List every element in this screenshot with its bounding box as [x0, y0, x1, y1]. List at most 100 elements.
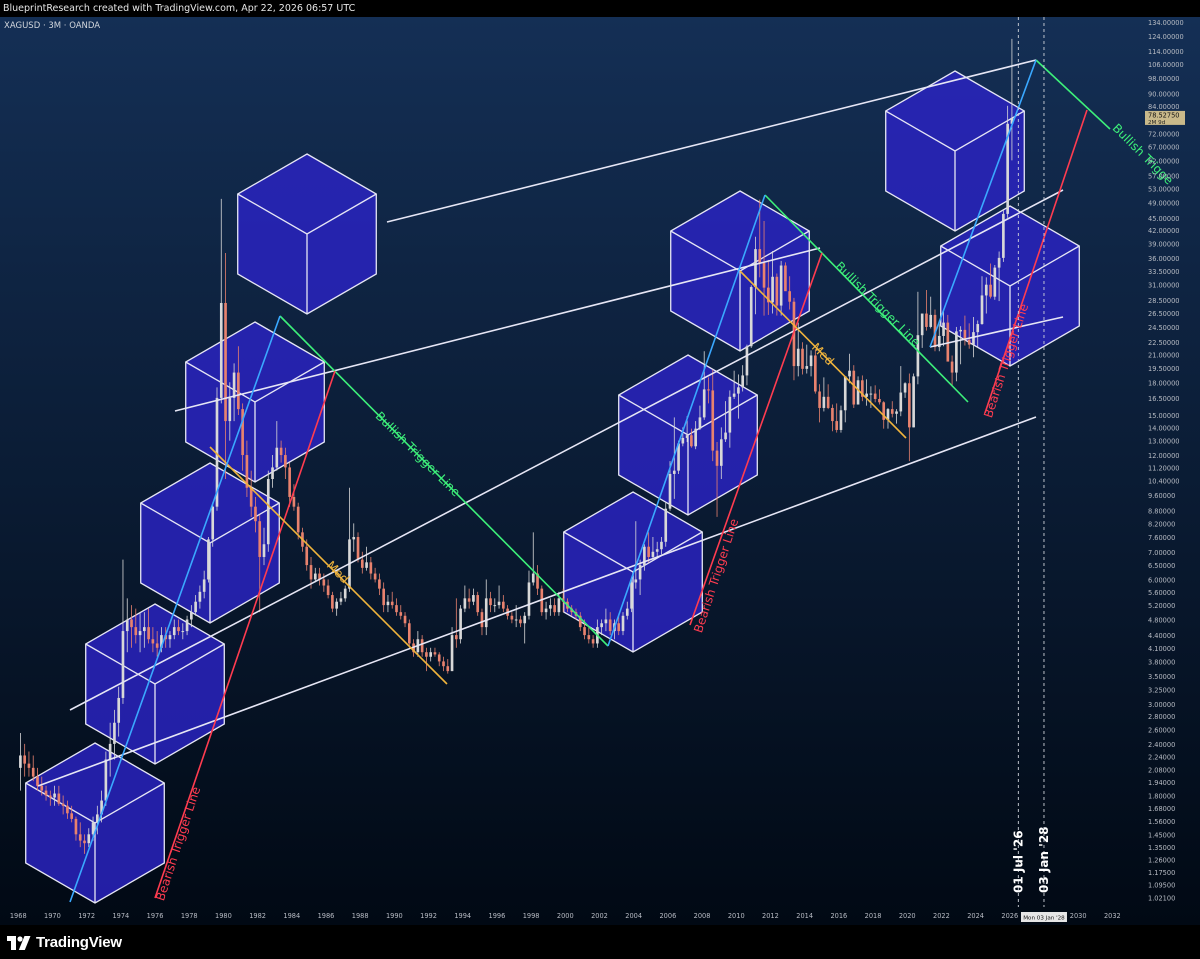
candle-body-208	[908, 383, 911, 428]
candle-body-211	[920, 313, 924, 336]
time-tick-21: 2010	[728, 912, 745, 920]
candle-body-185	[809, 355, 813, 367]
footer-bar: TradingView	[0, 925, 1200, 959]
candle-body-69	[313, 573, 317, 580]
price-tick-56: 1.80000	[1148, 793, 1175, 801]
candle-body-134	[591, 639, 595, 644]
candle-body-104	[463, 598, 467, 609]
candle-body-159	[698, 417, 702, 429]
candle-body-140	[617, 623, 621, 632]
candle-body-118	[523, 615, 527, 624]
candle-body-57	[262, 544, 266, 557]
price-tick-49: 3.00000	[1148, 701, 1175, 709]
candle-body-220	[959, 329, 962, 332]
time-tick-19: 2006	[659, 912, 676, 920]
candle-body-160	[702, 389, 706, 418]
price-tick-25: 19.50000	[1148, 365, 1179, 373]
candle-body-113	[502, 601, 505, 609]
candle-body-143	[630, 582, 633, 609]
candle-body-173	[758, 249, 762, 263]
price-tick-48: 3.25000	[1148, 686, 1175, 694]
price-tick-53: 2.24000	[1148, 753, 1175, 761]
date-marker-label-0: 01 Jul '26	[1011, 830, 1025, 893]
price-tick-22: 24.50000	[1148, 324, 1179, 332]
candle-body-35	[168, 635, 172, 640]
candle-body-73	[331, 595, 334, 609]
price-tick-31: 12.00000	[1148, 452, 1179, 460]
time-tick-20: 2008	[694, 912, 711, 920]
price-tick-9: 67.00000	[1148, 143, 1179, 151]
last-price-value: 78.52750	[1148, 111, 1179, 119]
time-tick-1: 1970	[44, 912, 61, 920]
price-chart[interactable]: Bullish Trigger LineBullish Trigger Line…	[0, 17, 1200, 925]
time-tick-27: 2022	[933, 912, 950, 920]
price-tick-20: 28.50000	[1148, 297, 1179, 305]
time-tick-26: 2020	[899, 912, 916, 920]
price-tick-18: 33.50000	[1148, 268, 1179, 276]
candle-body-63	[288, 467, 291, 497]
price-tick-41: 5.60000	[1148, 589, 1175, 597]
candle-body-156	[685, 435, 689, 438]
candle-body-145	[638, 565, 642, 580]
candle-body-60	[275, 447, 279, 468]
time-tick-28: 2024	[967, 912, 984, 920]
candle-body-103	[459, 608, 462, 640]
candle-body-100	[446, 666, 450, 672]
time-tick-24: 2016	[830, 912, 847, 920]
tradingview-logo[interactable]: TradingView	[7, 934, 122, 951]
candle-body-194	[848, 370, 851, 377]
credit-line: BlueprintResearch created with TradingVi…	[0, 0, 1200, 17]
candle-body-137	[604, 619, 608, 624]
candle-body-196	[856, 380, 860, 405]
price-tick-42: 5.20000	[1148, 602, 1175, 610]
time-tick-12: 1992	[420, 912, 437, 920]
candle-body-163	[715, 450, 719, 466]
candle-body-193	[843, 376, 847, 411]
candle-body-219	[955, 331, 958, 373]
price-tick-29: 14.00000	[1148, 424, 1179, 432]
candle-body-201	[878, 398, 881, 403]
price-tick-14: 45.00000	[1148, 215, 1179, 223]
candle-body-157	[690, 435, 693, 447]
time-tick-11: 1990	[386, 912, 403, 920]
symbol-legend[interactable]: XAGUSD · 3M · OANDA	[4, 21, 100, 31]
candle-body-24	[121, 631, 125, 698]
candle-body-199	[869, 393, 873, 395]
candle-body-96	[429, 652, 433, 657]
candle-body-206	[899, 392, 903, 412]
candle-body-55	[254, 506, 257, 522]
candle-body-136	[600, 623, 603, 628]
candle-body-23	[117, 697, 121, 723]
price-tick-1: 124.00000	[1148, 33, 1184, 41]
candle-body-88	[395, 605, 398, 613]
candle-body-82	[369, 562, 373, 574]
candle-body-179	[784, 265, 787, 292]
candle-body-138	[608, 619, 612, 632]
candle-body-107	[476, 595, 480, 613]
candle-body-144	[634, 579, 638, 583]
candle-body-36	[172, 627, 176, 636]
last-price-countdown: 2M 9d	[1148, 120, 1166, 126]
price-tick-50: 2.80000	[1148, 713, 1175, 721]
candle-body-225	[980, 295, 984, 325]
candle-body-192	[839, 410, 843, 430]
price-tick-58: 1.56000	[1148, 818, 1175, 826]
candle-body-111	[493, 605, 497, 607]
tradingview-brand-text: TradingView	[36, 934, 122, 951]
tradingview-screenshot: BlueprintResearch created with TradingVi…	[0, 0, 1200, 959]
time-tick-0: 1968	[10, 912, 27, 920]
candle-body-108	[480, 612, 484, 628]
candle-body-141	[621, 615, 625, 632]
candle-body-45	[211, 506, 215, 540]
candle-body-43	[202, 579, 206, 592]
candle-body-161	[707, 389, 710, 391]
candle-body-150	[660, 541, 663, 550]
candle-body-228	[993, 267, 997, 297]
time-tick-23: 2014	[796, 912, 813, 920]
candle-body-117	[519, 619, 522, 624]
price-tick-59: 1.45000	[1148, 831, 1175, 839]
price-tick-30: 13.00000	[1148, 438, 1179, 446]
price-tick-5: 90.00000	[1148, 90, 1179, 98]
time-tick-9: 1986	[318, 912, 335, 920]
candle-body-5	[40, 785, 44, 791]
